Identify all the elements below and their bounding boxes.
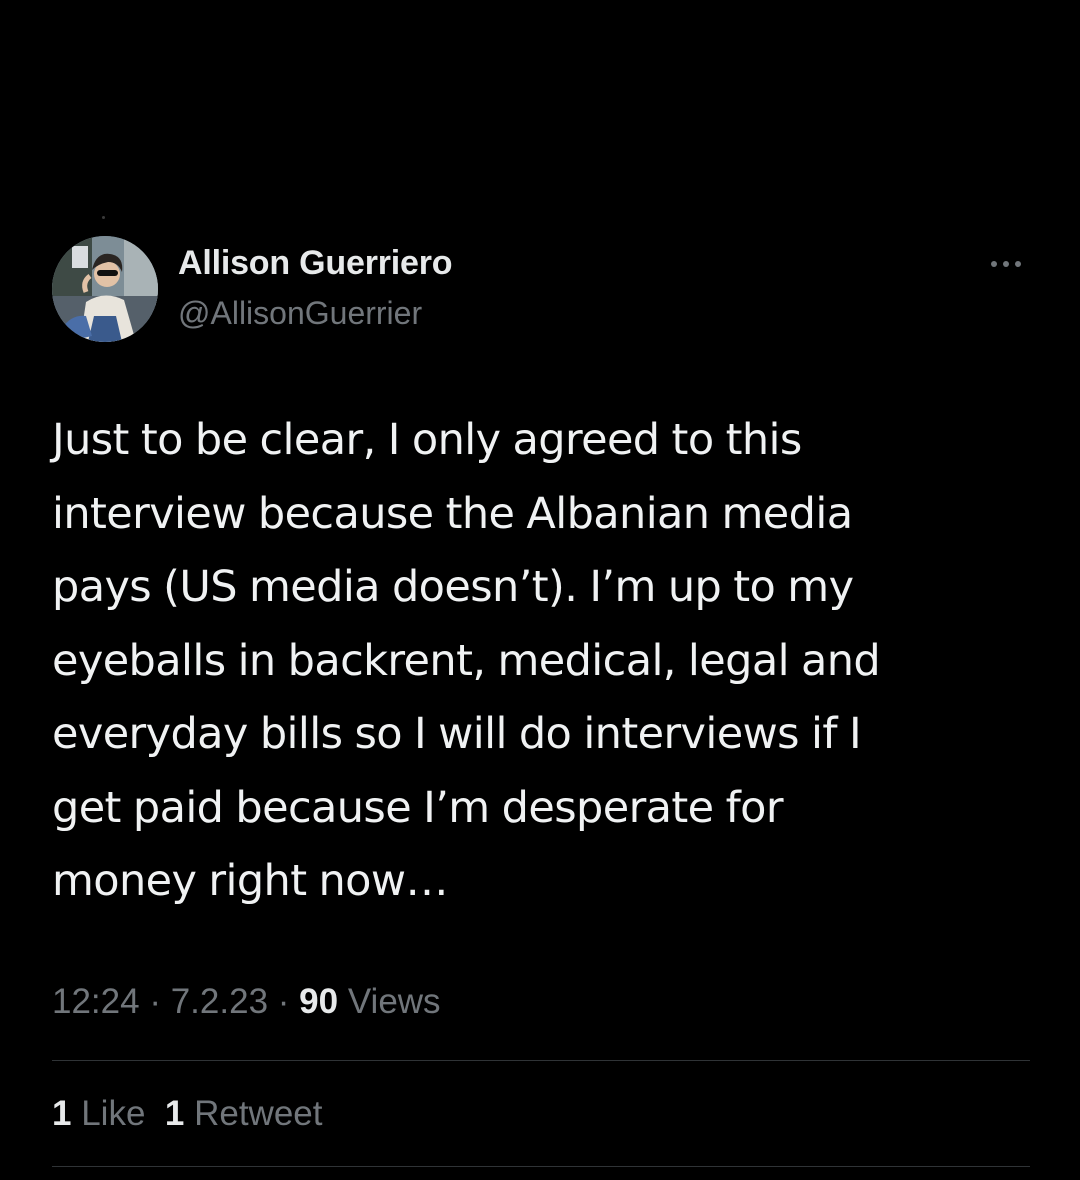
views-count: 90: [299, 982, 339, 1021]
tweet-metadata: 12:24 · 7.2.23 · 90 Views: [52, 982, 441, 1022]
decorative-dot: [102, 216, 105, 219]
likes-stat[interactable]: 1 Like: [52, 1094, 145, 1133]
divider: [52, 1060, 1030, 1061]
retweets-stat[interactable]: 1 Retweet: [165, 1094, 323, 1133]
likes-label: Like: [81, 1094, 146, 1133]
views-label: Views: [347, 982, 441, 1021]
retweets-label: Retweet: [194, 1094, 323, 1133]
avatar-photo: [52, 236, 158, 342]
more-horizontal-icon: [991, 261, 1021, 267]
tweet-time[interactable]: 12:24: [52, 982, 140, 1021]
more-options-button[interactable]: [984, 250, 1028, 278]
retweets-count: 1: [164, 1094, 185, 1133]
author-handle[interactable]: @AllisonGuerrier: [178, 295, 422, 332]
author-name[interactable]: Allison Guerriero: [178, 244, 453, 283]
likes-count: 1: [52, 1094, 72, 1133]
avatar[interactable]: [52, 236, 158, 342]
divider: [52, 1166, 1030, 1167]
tweet-detail: Allison Guerriero @AllisonGuerrier Just …: [0, 0, 1080, 1180]
tweet-text: Just to be clear, I only agreed to this …: [52, 415, 881, 906]
meta-separator: ·: [149, 982, 161, 1021]
meta-separator: ·: [277, 982, 290, 1021]
tweet-date[interactable]: 7.2.23: [171, 982, 268, 1021]
engagement-stats: 1 Like 1 Retweet: [52, 1094, 322, 1134]
